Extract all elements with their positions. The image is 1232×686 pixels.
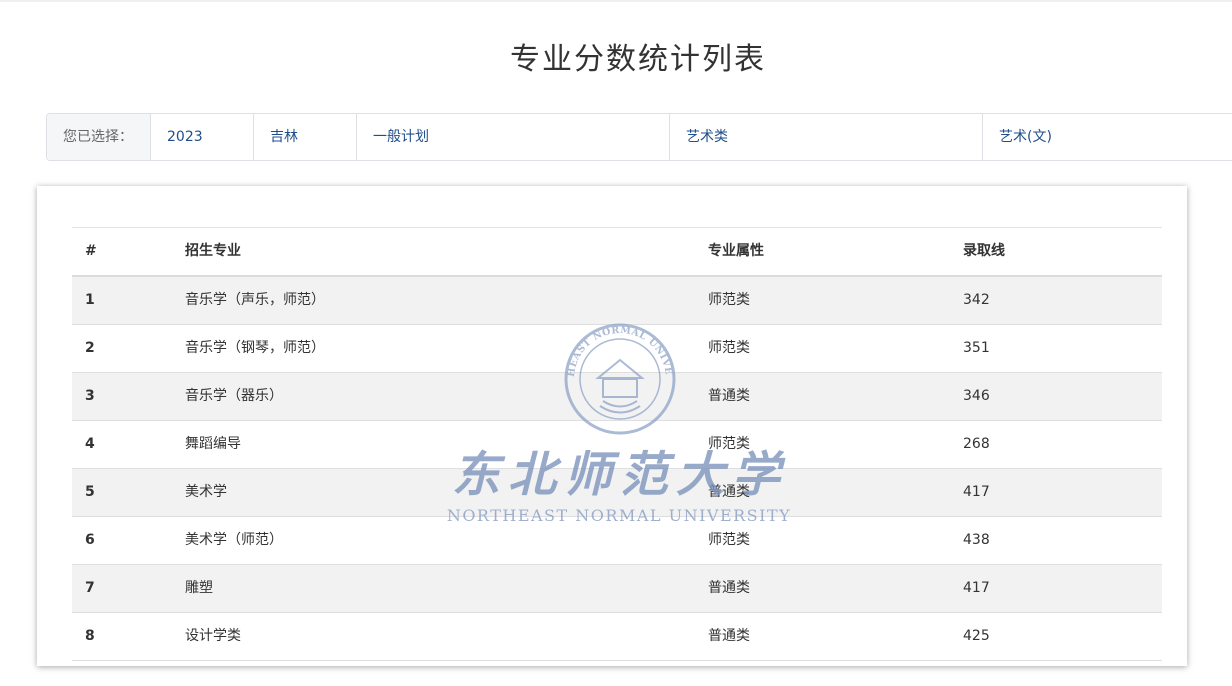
table-row: 1 音乐学（声乐，师范） 师范类 342 xyxy=(72,277,1162,325)
row-major: 音乐学（器乐） xyxy=(185,388,283,404)
row-major: 设计学类 xyxy=(185,628,241,644)
row-index: 7 xyxy=(85,580,95,596)
row-attribute: 普通类 xyxy=(708,484,750,500)
table-row: 7 雕塑 普通类 417 xyxy=(72,565,1162,613)
row-major: 音乐学（钢琴，师范） xyxy=(185,340,325,356)
top-border xyxy=(0,0,1232,2)
row-score: 417 xyxy=(963,484,990,500)
row-score: 425 xyxy=(963,628,990,644)
row-score: 342 xyxy=(963,292,990,308)
row-major: 美术学（师范） xyxy=(185,532,283,548)
row-score: 346 xyxy=(963,388,990,404)
row-major: 音乐学（声乐，师范） xyxy=(185,292,325,308)
header-attribute: 专业属性 xyxy=(708,243,764,259)
score-table-card: # 招生专业 专业属性 录取线 1 音乐学（声乐，师范） 师范类 342 2 音… xyxy=(37,186,1187,666)
row-attribute: 普通类 xyxy=(708,580,750,596)
row-index: 2 xyxy=(85,340,95,356)
row-index: 5 xyxy=(85,484,95,500)
row-score: 417 xyxy=(963,580,990,596)
filters-label: 您已选择： xyxy=(47,114,150,160)
row-major: 雕塑 xyxy=(185,580,213,596)
row-attribute: 师范类 xyxy=(708,292,750,308)
page-title: 专业分数统计列表 xyxy=(510,42,766,77)
row-score: 438 xyxy=(963,532,990,548)
table-row: 3 音乐学（器乐） 普通类 346 xyxy=(72,373,1162,421)
row-index: 1 xyxy=(85,292,95,308)
row-attribute: 师范类 xyxy=(708,532,750,548)
header-score: 录取线 xyxy=(963,243,1005,259)
filter-category[interactable]: 艺术类 xyxy=(669,114,982,160)
header-major: 招生专业 xyxy=(185,243,241,259)
row-attribute: 普通类 xyxy=(708,628,750,644)
table-row: 8 设计学类 普通类 425 xyxy=(72,613,1162,661)
row-major: 美术学 xyxy=(185,484,227,500)
table-row: 5 美术学 普通类 417 xyxy=(72,469,1162,517)
row-score: 351 xyxy=(963,340,990,356)
filter-province[interactable]: 吉林 xyxy=(253,114,356,160)
filter-subject[interactable]: 艺术(文) xyxy=(982,114,1232,160)
row-major: 舞蹈编导 xyxy=(185,436,241,452)
row-index: 8 xyxy=(85,628,95,644)
table-header-row: # 招生专业 专业属性 录取线 xyxy=(72,228,1162,277)
table-row: 6 美术学（师范） 师范类 438 xyxy=(72,517,1162,565)
score-table: # 招生专业 专业属性 录取线 1 音乐学（声乐，师范） 师范类 342 2 音… xyxy=(72,227,1162,661)
row-score: 268 xyxy=(963,436,990,452)
table-row: 4 舞蹈编导 师范类 268 xyxy=(72,421,1162,469)
row-attribute: 普通类 xyxy=(708,388,750,404)
row-attribute: 师范类 xyxy=(708,436,750,452)
row-index: 4 xyxy=(85,436,95,452)
row-index: 6 xyxy=(85,532,95,548)
filter-year[interactable]: 2023 xyxy=(150,114,253,160)
filter-plan[interactable]: 一般计划 xyxy=(356,114,669,160)
header-index: # xyxy=(85,243,97,259)
row-attribute: 师范类 xyxy=(708,340,750,356)
selected-filters-bar: 您已选择： 2023 吉林 一般计划 艺术类 艺术(文) xyxy=(46,113,1232,161)
table-row: 2 音乐学（钢琴，师范） 师范类 351 xyxy=(72,325,1162,373)
row-index: 3 xyxy=(85,388,95,404)
